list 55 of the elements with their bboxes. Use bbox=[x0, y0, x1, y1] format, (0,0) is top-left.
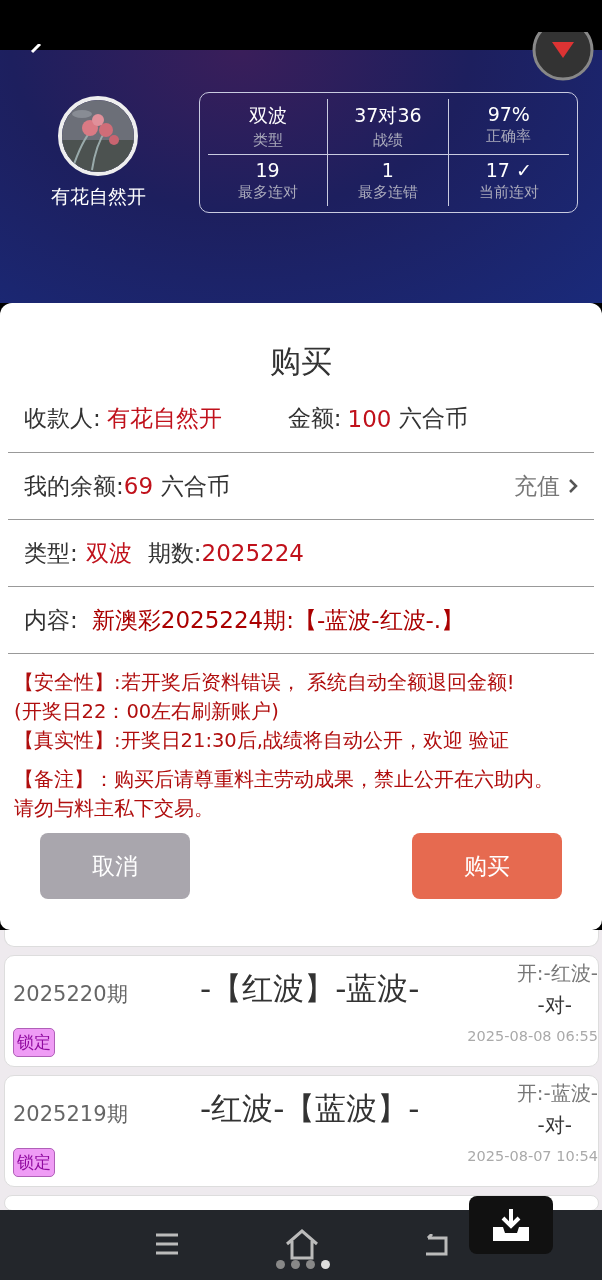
verdict-text: -对- bbox=[537, 1112, 572, 1139]
timestamp: 2025-08-08 06:55 bbox=[467, 1028, 598, 1044]
notice-text: 【安全性】:若开奖后资料错误， 系统自动全额退回金额! bbox=[14, 670, 516, 696]
cancel-button[interactable]: 取消 bbox=[40, 833, 190, 899]
stat-value: 37对36 bbox=[354, 103, 422, 128]
content-value: 新澳彩2025224期:【-蓝波-红波-.】 bbox=[91, 605, 465, 635]
balance-value: 69 bbox=[123, 473, 154, 499]
stat-label: 正确率 bbox=[486, 127, 532, 146]
stat-label: 最多连对 bbox=[237, 183, 298, 202]
notice-text: 请勿与料主私下交易。 bbox=[14, 796, 215, 822]
content-label: 内容: bbox=[24, 605, 78, 635]
buy-button[interactable]: 购买 bbox=[412, 833, 562, 899]
download-icon bbox=[491, 1207, 531, 1243]
type-value: 双波 bbox=[85, 538, 132, 568]
recharge-link[interactable]: 充值 bbox=[514, 470, 578, 502]
timestamp: 2025-08-07 10:54 bbox=[467, 1148, 598, 1164]
period-value: 2025224 bbox=[201, 540, 304, 566]
result-text: 开:-红波- bbox=[516, 960, 598, 987]
record-card[interactable]: 2025219期 -红波-【蓝波】- 开:-蓝波- -对- 锁定 2025-08-07 10:54 bbox=[4, 1075, 599, 1187]
stat-value: 双波 bbox=[248, 103, 287, 128]
dialog-title: 购买 bbox=[269, 342, 333, 381]
lock-badge: 锁定 bbox=[13, 1148, 55, 1177]
stat-value: 17 ✓ bbox=[485, 159, 532, 181]
result-text: 开:-蓝波- bbox=[516, 1080, 598, 1107]
home-icon[interactable] bbox=[285, 1228, 319, 1260]
stat-value: 1 bbox=[381, 159, 394, 181]
payee-label: 收款人: bbox=[24, 404, 101, 433]
prediction-text: -【红波】-蓝波- bbox=[200, 969, 420, 1008]
download-button[interactable] bbox=[469, 1196, 553, 1254]
balance-label: 我的余额: bbox=[24, 471, 124, 501]
chevron-right-icon bbox=[568, 478, 578, 494]
notice-text: 【备注】：购买后请尊重料主劳动成果，禁止公开在六助内。 bbox=[14, 767, 555, 793]
stat-label: 当前连对 bbox=[478, 183, 539, 202]
notice-text: 【真实性】:开奖日21:30后,战绩将自动公开，欢迎 验证 bbox=[14, 728, 511, 754]
amount-label: 金额: bbox=[287, 404, 342, 433]
lock-badge: 锁定 bbox=[13, 1028, 55, 1057]
notice-text: (开奖日22：00左右刷新账户) bbox=[14, 699, 280, 725]
user-name: 有花自然开 bbox=[50, 183, 146, 209]
record-card[interactable]: 2025220期 -【红波】-蓝波- 开:-红波- -对- 锁定 2025-08-08 06:55 bbox=[4, 955, 599, 1067]
amount-unit: 六合币 bbox=[399, 404, 469, 433]
period-label: 2025220期 bbox=[13, 981, 128, 1008]
period-label: 期数: bbox=[147, 538, 202, 568]
stat-value: 97% bbox=[487, 103, 530, 125]
amount-value: 100 bbox=[347, 405, 392, 432]
stat-label: 最多连错 bbox=[357, 183, 418, 202]
payee-name: 有花自然开 bbox=[106, 404, 222, 433]
type-label: 类型: bbox=[24, 538, 78, 568]
stat-value: 19 bbox=[255, 159, 280, 181]
period-label: 2025219期 bbox=[13, 1101, 128, 1128]
stat-label: 战绩 bbox=[372, 131, 403, 150]
verdict-text: -对- bbox=[537, 992, 572, 1019]
balance-unit: 六合币 bbox=[161, 471, 231, 501]
menu-icon[interactable] bbox=[154, 1232, 180, 1256]
stat-label: 类型 bbox=[252, 131, 283, 150]
prediction-text: -红波-【蓝波】- bbox=[200, 1089, 420, 1128]
